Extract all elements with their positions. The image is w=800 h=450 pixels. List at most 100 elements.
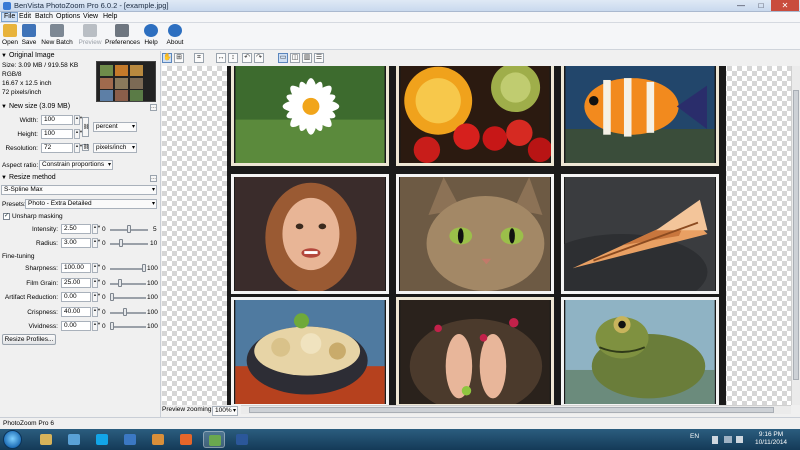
maximize-button[interactable]: □ [751, 0, 771, 11]
film-grain-slider[interactable] [110, 282, 146, 285]
new-size-options-button[interactable]: … [150, 104, 157, 111]
crispness-slider[interactable] [110, 311, 146, 314]
flip-horizontal-icon[interactable]: ↔ [216, 53, 226, 63]
unsharp-masking-checkbox[interactable]: ✓ [3, 213, 10, 220]
vertical-scroll-thumb[interactable] [793, 90, 799, 380]
height-input[interactable]: 100 [41, 129, 73, 139]
sharpness-slider[interactable] [110, 268, 146, 270]
about-button[interactable]: About [164, 24, 186, 46]
resolution-unit-select[interactable]: pixels/inch [93, 143, 137, 153]
taskbar-app-network[interactable] [63, 431, 85, 448]
about-label: About [166, 39, 184, 46]
volume-icon[interactable] [736, 436, 743, 443]
menu-edit[interactable]: Edit [17, 13, 33, 20]
language-indicator[interactable]: EN [690, 433, 699, 440]
sharpness-spinner[interactable]: ▲▼ [92, 263, 101, 273]
taskbar-app-outlook[interactable] [119, 431, 141, 448]
network-tray-icon[interactable] [724, 436, 732, 443]
title-bar: BenVista PhotoZoom Pro 6.0.2 - [example.… [0, 0, 800, 12]
crispness-input[interactable]: 40.00 [61, 306, 91, 317]
crispness-spinner[interactable]: ▲▼ [92, 306, 101, 317]
new-size-header[interactable]: ▼ New size (3.09 MB) [1, 103, 70, 110]
width-spinner[interactable]: ▲▼ [74, 115, 83, 125]
flip-vertical-icon[interactable]: ↕ [228, 53, 238, 63]
artifact-reduction-slider-thumb[interactable] [110, 293, 114, 301]
taskbar-app-windows-explorer[interactable] [35, 431, 57, 448]
menu-options[interactable]: Options [54, 13, 82, 20]
taskbar-app-paint[interactable] [147, 431, 169, 448]
horizontal-scroll-thumb[interactable] [249, 407, 774, 413]
menu-batch[interactable]: Batch [33, 13, 55, 20]
crop-icon[interactable]: ⌗ [194, 53, 204, 63]
radius-slider-thumb[interactable] [119, 239, 123, 247]
original-image-header[interactable]: ▼ Original Image [1, 52, 54, 59]
aspect-ratio-select[interactable]: Constrain proportions [39, 160, 113, 170]
radius-input[interactable]: 3.00 [61, 238, 91, 248]
height-spinner[interactable]: ▲▼ [74, 129, 83, 139]
film-grain-slider-thumb[interactable] [118, 278, 122, 287]
resize-method-select[interactable]: S-Spline Max [1, 185, 157, 195]
film-grain-spinner[interactable]: ▲▼ [92, 277, 101, 288]
presets-select[interactable]: Photo - Extra Detailed [25, 199, 157, 209]
single-view-icon[interactable]: ▭ [278, 53, 288, 63]
flag-icon[interactable] [712, 436, 718, 444]
rotate-left-icon[interactable]: ↶ [242, 53, 252, 63]
width-input[interactable]: 100 [41, 115, 73, 125]
resolution-link-icon[interactable]: ⛓ [82, 144, 89, 151]
resize-options-button[interactable]: … [150, 175, 157, 182]
size-unit-select[interactable]: percent [93, 122, 137, 132]
start-button[interactable] [3, 430, 22, 449]
close-button[interactable]: ✕ [771, 0, 799, 11]
vividness-slider-thumb[interactable] [110, 322, 114, 330]
new-batch-button[interactable]: New Batch [40, 24, 74, 46]
crispness-slider-thumb[interactable] [123, 307, 127, 316]
open-button[interactable]: Open [1, 24, 19, 46]
split-view-icon[interactable]: ◫ [290, 53, 300, 63]
help-button[interactable]: Help [142, 24, 160, 46]
minimize-button[interactable]: — [731, 0, 751, 11]
artifact-reduction-spinner[interactable]: ▲▼ [92, 292, 101, 302]
vividness-slider[interactable] [110, 326, 146, 328]
vertical-scrollbar[interactable] [791, 66, 800, 405]
menu-file[interactable]: File [1, 12, 19, 22]
original-thumbnail[interactable] [96, 61, 156, 102]
preferences-button[interactable]: Preferences [105, 24, 140, 46]
multi-view-icon[interactable]: ☰ [314, 53, 324, 63]
radius-min: 0 [102, 240, 106, 247]
side-by-side-view-icon[interactable]: ▥ [302, 53, 312, 63]
vividness-spinner[interactable]: ▲▼ [92, 321, 101, 331]
link-proportions-icon[interactable]: ⛓ [82, 117, 89, 137]
intensity-slider-thumb[interactable] [127, 225, 131, 233]
artifact-reduction-slider[interactable] [110, 297, 146, 299]
radius-slider[interactable] [110, 243, 148, 245]
taskbar-app-firefox[interactable] [175, 431, 197, 448]
resize-profiles-button[interactable]: Resize Profiles... [2, 334, 56, 345]
preview-zoom-select[interactable]: 100% [212, 406, 238, 416]
resolution-input[interactable]: 72 [41, 143, 73, 153]
intensity-input[interactable]: 2.50 [61, 224, 91, 234]
horizontal-scrollbar[interactable] [241, 405, 791, 414]
original-dimensions: 16.67 x 12.5 inch [2, 80, 52, 87]
clock[interactable]: 9:16 PM 10/11/2014 [755, 431, 787, 447]
menu-view[interactable]: View [81, 13, 100, 20]
intensity-spinner[interactable]: ▲▼ [92, 224, 101, 234]
feet-spa-photo [396, 297, 554, 405]
preview-canvas[interactable] [162, 66, 791, 405]
artifact-reduction-input[interactable]: 0.00 [61, 292, 91, 302]
sharpness-input[interactable]: 100.00 [61, 263, 91, 273]
menu-help[interactable]: Help [101, 13, 119, 20]
radius-spinner[interactable]: ▲▼ [92, 238, 101, 248]
resize-method-header[interactable]: ▼ Resize method [1, 174, 56, 181]
taskbar-app-photozoom[interactable] [203, 431, 225, 448]
preview-button[interactable]: Preview [78, 24, 102, 46]
zoom-tool-icon[interactable]: ⊞ [174, 53, 184, 63]
resolution-spinner[interactable]: ▲▼ [74, 143, 83, 153]
vividness-input[interactable]: 0.00 [61, 321, 91, 331]
sharpness-slider-thumb[interactable] [142, 264, 146, 272]
film-grain-input[interactable]: 25.00 [61, 277, 91, 288]
taskbar-app-skype[interactable] [91, 431, 113, 448]
save-button[interactable]: Save [20, 24, 38, 46]
rotate-right-icon[interactable]: ↷ [254, 53, 264, 63]
taskbar-app-word[interactable] [231, 431, 253, 448]
hand-tool-icon[interactable]: ✋ [162, 53, 172, 63]
